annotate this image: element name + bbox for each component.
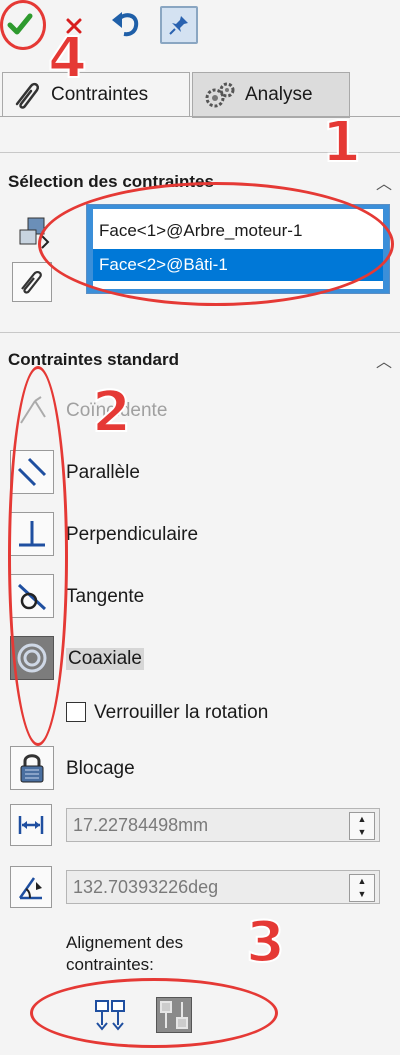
distance-icon — [18, 816, 44, 834]
lock-button[interactable] — [10, 746, 54, 790]
lock-rotation-label: Verrouiller la rotation — [94, 702, 269, 723]
collapse-selection-icon[interactable]: ︿ — [376, 170, 392, 194]
gears-icon — [203, 80, 237, 110]
alignment-title-line1: Alignement des — [66, 933, 184, 952]
parallel-label: Parallèle — [66, 462, 140, 483]
distance-value: 17.22784498mm — [73, 815, 209, 835]
paperclip-icon — [11, 80, 45, 110]
distance-button[interactable] — [10, 804, 52, 846]
distance-spinner[interactable]: ▲ ▼ — [349, 812, 375, 840]
annotation-ellipse-1 — [38, 182, 394, 306]
angle-icon — [18, 877, 42, 900]
annotation-number-3: 3 — [245, 909, 286, 976]
distance-input[interactable]: 17.22784498mm ▲ ▼ — [66, 808, 380, 842]
pin-button[interactable] — [160, 6, 198, 44]
annotation-circle-4 — [0, 0, 46, 50]
tab-contraintes[interactable]: Contraintes — [2, 72, 190, 117]
lock-label: Blocage — [66, 758, 135, 779]
lock-rotation-checkbox[interactable] — [66, 702, 86, 722]
selection-paperclip-icon[interactable] — [12, 262, 52, 302]
lock-icon — [20, 754, 44, 783]
annotation-ellipse-2 — [8, 366, 68, 746]
angle-input[interactable]: 132.70393226deg ▲ ▼ — [66, 870, 380, 904]
annotation-number-1: 1 — [321, 109, 362, 176]
alignment-title-line2: contraintes: — [66, 955, 154, 974]
collapse-standard-icon[interactable]: ︿ — [376, 348, 392, 372]
angle-button[interactable] — [10, 866, 52, 908]
annotation-number-2: 2 — [91, 379, 132, 446]
annotation-number-4: 4 — [47, 25, 88, 92]
angle-spinner[interactable]: ▲ ▼ — [349, 874, 375, 902]
angle-value: 132.70393226deg — [73, 877, 219, 897]
perpendicular-label: Perpendiculaire — [66, 524, 199, 545]
tab-analyse-label: Analyse — [245, 84, 313, 105]
alignment-title: Alignement des contraintes: — [66, 932, 183, 976]
pin-icon — [169, 16, 188, 35]
annotation-ellipse-3 — [30, 978, 278, 1048]
tangent-label: Tangente — [66, 586, 145, 607]
undo-button[interactable] — [108, 6, 144, 42]
coaxial-label: Coaxiale — [66, 648, 144, 670]
section-separator — [0, 332, 400, 333]
undo-icon — [112, 12, 139, 37]
